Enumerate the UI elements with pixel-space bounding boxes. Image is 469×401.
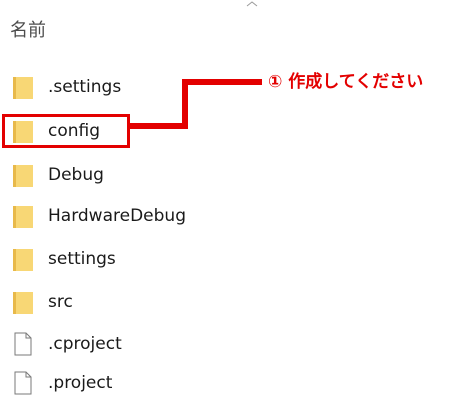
list-item-label: src — [48, 292, 73, 312]
list-item[interactable]: .settings — [12, 70, 121, 104]
list-item-label: HardwareDebug — [48, 206, 186, 226]
file-icon — [12, 370, 34, 396]
highlight-box — [2, 114, 130, 148]
folder-icon — [12, 203, 34, 229]
list-item[interactable]: HardwareDebug — [12, 199, 186, 233]
name-column-header[interactable]: 名前 — [10, 16, 46, 42]
list-item-label: settings — [48, 249, 116, 269]
folder-icon — [12, 246, 34, 272]
list-item[interactable]: .project — [12, 366, 112, 400]
folder-icon — [12, 289, 34, 315]
annotation-label: ① 作成してください — [268, 72, 424, 92]
list-item[interactable]: .cproject — [12, 327, 122, 361]
list-item-label: .settings — [48, 77, 122, 97]
list-item-label: .cproject — [48, 334, 122, 354]
folder-icon — [12, 162, 34, 188]
list-item[interactable]: Debug — [12, 158, 104, 192]
list-item[interactable]: src — [12, 285, 73, 319]
list-item[interactable]: settings — [12, 242, 116, 276]
folder-icon — [12, 74, 34, 100]
chevron-up-icon — [246, 1, 258, 7]
list-item-label: .project — [48, 373, 113, 393]
list-item-label: Debug — [48, 165, 104, 185]
file-icon — [12, 331, 34, 357]
